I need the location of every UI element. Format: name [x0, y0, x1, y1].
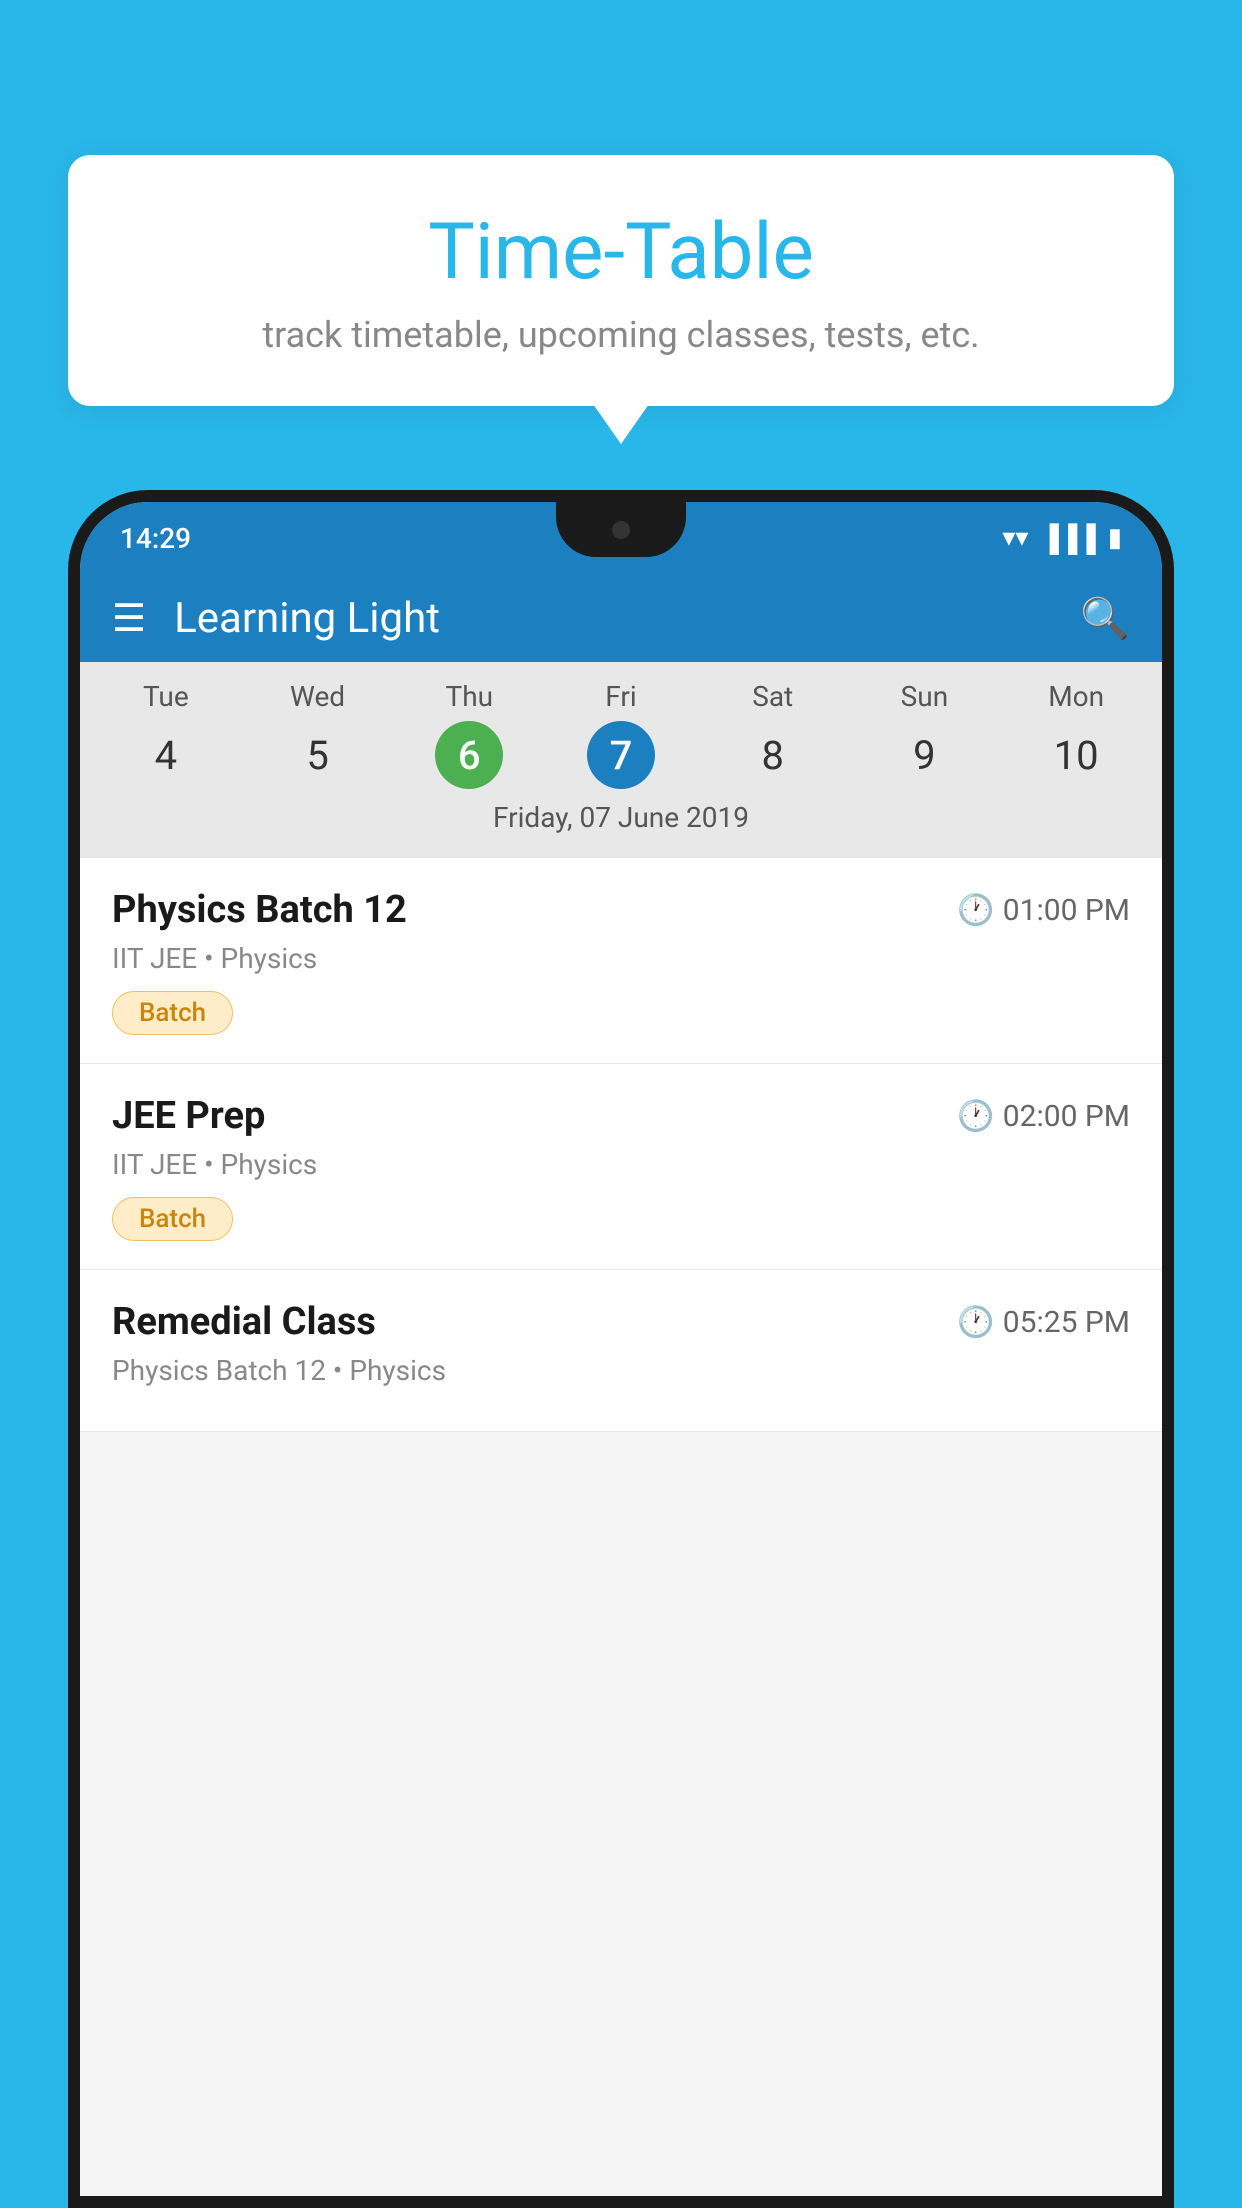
selected-date-label: Friday, 07 June 2019	[80, 789, 1162, 850]
schedule-item-remedial[interactable]: Remedial Class 🕐 05:25 PM Physics Batch …	[80, 1270, 1162, 1432]
battery-icon: ▮	[1108, 523, 1122, 553]
schedule-item-time-3: 🕐 05:25 PM	[957, 1305, 1130, 1340]
day-num-6-today[interactable]: 6	[435, 721, 503, 789]
notch	[556, 502, 686, 557]
day-num-5[interactable]: 5	[284, 721, 352, 789]
schedule-item-physics-batch[interactable]: Physics Batch 12 🕐 01:00 PM IIT JEE • Ph…	[80, 858, 1162, 1064]
hamburger-menu-icon[interactable]: ☰	[112, 596, 146, 641]
phone-frame: 14:29 ▾▾ ▐▐▐ ▮ ☰ Learning Light 🔍 Tue	[68, 490, 1174, 2208]
tooltip-card: Time-Table track timetable, upcoming cla…	[68, 155, 1174, 406]
day-label-sun: Sun	[849, 680, 1001, 713]
status-icons: ▾▾ ▐▐▐ ▮	[1002, 523, 1122, 554]
day-num-7-selected[interactable]: 7	[587, 721, 655, 789]
schedule-item-name: Physics Batch 12	[112, 888, 407, 932]
batch-badge: Batch	[112, 991, 233, 1035]
schedule-item-name-3: Remedial Class	[112, 1300, 376, 1344]
schedule-item-jee-prep[interactable]: JEE Prep 🕐 02:00 PM IIT JEE • Physics Ba…	[80, 1064, 1162, 1270]
day-num-4[interactable]: 4	[132, 721, 200, 789]
schedule-item-name-2: JEE Prep	[112, 1094, 265, 1138]
wifi-icon: ▾▾	[1002, 523, 1028, 553]
batch-badge-2: Batch	[112, 1197, 233, 1241]
clock-icon: 🕐	[957, 893, 994, 928]
day-label-sat: Sat	[697, 680, 849, 713]
status-bar: 14:29 ▾▾ ▐▐▐ ▮	[80, 502, 1162, 574]
schedule-item-time: 🕐 01:00 PM	[957, 893, 1130, 928]
day-num-8[interactable]: 8	[739, 721, 807, 789]
day-label-thu: Thu	[393, 680, 545, 713]
day-label-mon: Mon	[1000, 680, 1152, 713]
schedule-list: Physics Batch 12 🕐 01:00 PM IIT JEE • Ph…	[80, 858, 1162, 1432]
phone-inner: 14:29 ▾▾ ▐▐▐ ▮ ☰ Learning Light 🔍 Tue	[80, 502, 1162, 2196]
schedule-item-header-2: JEE Prep 🕐 02:00 PM	[112, 1094, 1130, 1138]
schedule-item-meta-3: Physics Batch 12 • Physics	[112, 1354, 1130, 1387]
day-num-10[interactable]: 10	[1042, 721, 1110, 789]
schedule-item-header: Physics Batch 12 🕐 01:00 PM	[112, 888, 1130, 932]
day-label-fri: Fri	[545, 680, 697, 713]
day-label-wed: Wed	[242, 680, 394, 713]
day-label-tue: Tue	[90, 680, 242, 713]
search-icon[interactable]: 🔍	[1080, 595, 1130, 642]
app-title: Learning Light	[174, 594, 1080, 643]
schedule-item-meta-2: IIT JEE • Physics	[112, 1148, 1130, 1181]
day-numbers-row: 4 5 6 7 8 9 10	[80, 721, 1162, 789]
day-labels-row: Tue Wed Thu Fri Sat Sun Mon	[80, 680, 1162, 713]
camera-dot	[612, 521, 630, 539]
calendar-strip: Tue Wed Thu Fri Sat Sun Mon 4 5 6 7 8 9 …	[80, 662, 1162, 858]
tooltip-subtitle: track timetable, upcoming classes, tests…	[128, 314, 1114, 356]
tooltip-title: Time-Table	[128, 210, 1114, 296]
schedule-item-meta: IIT JEE • Physics	[112, 942, 1130, 975]
app-bar: ☰ Learning Light 🔍	[80, 574, 1162, 662]
signal-icon: ▐▐▐	[1040, 523, 1095, 554]
clock-icon-2: 🕐	[957, 1099, 994, 1134]
schedule-item-header-3: Remedial Class 🕐 05:25 PM	[112, 1300, 1130, 1344]
schedule-item-time-2: 🕐 02:00 PM	[957, 1099, 1130, 1134]
clock-icon-3: 🕐	[957, 1305, 994, 1340]
day-num-9[interactable]: 9	[890, 721, 958, 789]
status-time: 14:29	[120, 522, 191, 555]
